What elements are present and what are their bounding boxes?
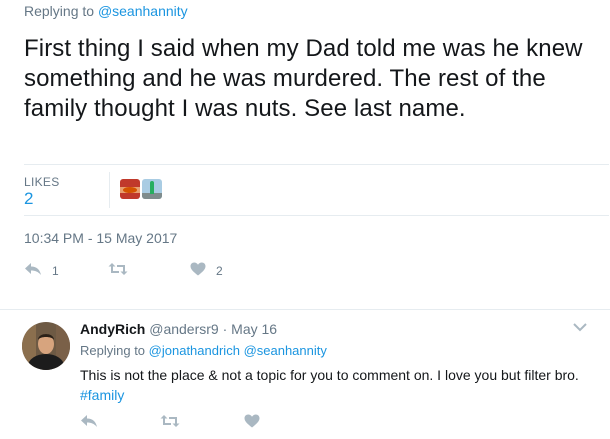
tweet-text: First thing I said when my Dad told me w… [24,35,583,122]
reply-body: This is not the place & not a topic for … [80,367,579,383]
reply-action[interactable]: 1 [24,262,59,279]
author-row: AndyRich @andersr9 · May 16 [80,321,277,337]
liker-avatar[interactable] [120,179,140,199]
tweet-timestamp[interactable]: 10:34 PM - 15 May 2017 [24,230,177,246]
reply-handle-link[interactable]: @seanhannity [98,3,188,19]
dot-separator: · [222,321,228,337]
replying-to: Replying to @seanhannity [24,3,188,19]
avatar[interactable] [22,322,70,370]
replying-to-label: Replying to [80,343,146,358]
hashtag-link[interactable]: #family [80,387,124,403]
author-handle[interactable]: @andersr9 [149,321,218,337]
reply-date[interactable]: May 16 [231,321,277,337]
reply-icon [80,414,98,431]
heart-icon [244,414,260,431]
reply-text: This is not the place & not a topic for … [80,365,580,405]
retweet-action[interactable] [160,414,180,431]
likes-count[interactable]: 2 [24,189,33,209]
like-action[interactable] [244,414,260,431]
section-divider [0,309,610,310]
reply-handle-link[interactable]: @jonathandrich [149,343,240,358]
likes-label: LIKES [24,175,60,189]
author-name[interactable]: AndyRich [80,321,145,337]
tweet-menu-button[interactable] [572,320,588,332]
tweet-stats: LIKES 2 [24,164,609,216]
replying-to-label: Replying to [24,3,95,19]
retweet-icon [108,262,128,279]
retweet-icon [160,414,180,431]
heart-icon [190,262,206,279]
reply-count: 1 [52,263,59,278]
reply-handle-link[interactable]: @seanhannity [244,343,327,358]
liker-avatar[interactable] [142,179,162,199]
replying-to: Replying to @jonathandrich @seanhannity [80,343,327,358]
reply-action[interactable] [80,414,98,431]
retweet-action[interactable] [108,262,138,279]
chevron-down-icon [572,320,588,337]
like-action[interactable]: 2 [190,262,223,279]
reply-icon [24,262,42,279]
stats-divider [109,172,110,208]
like-count: 2 [216,263,223,278]
